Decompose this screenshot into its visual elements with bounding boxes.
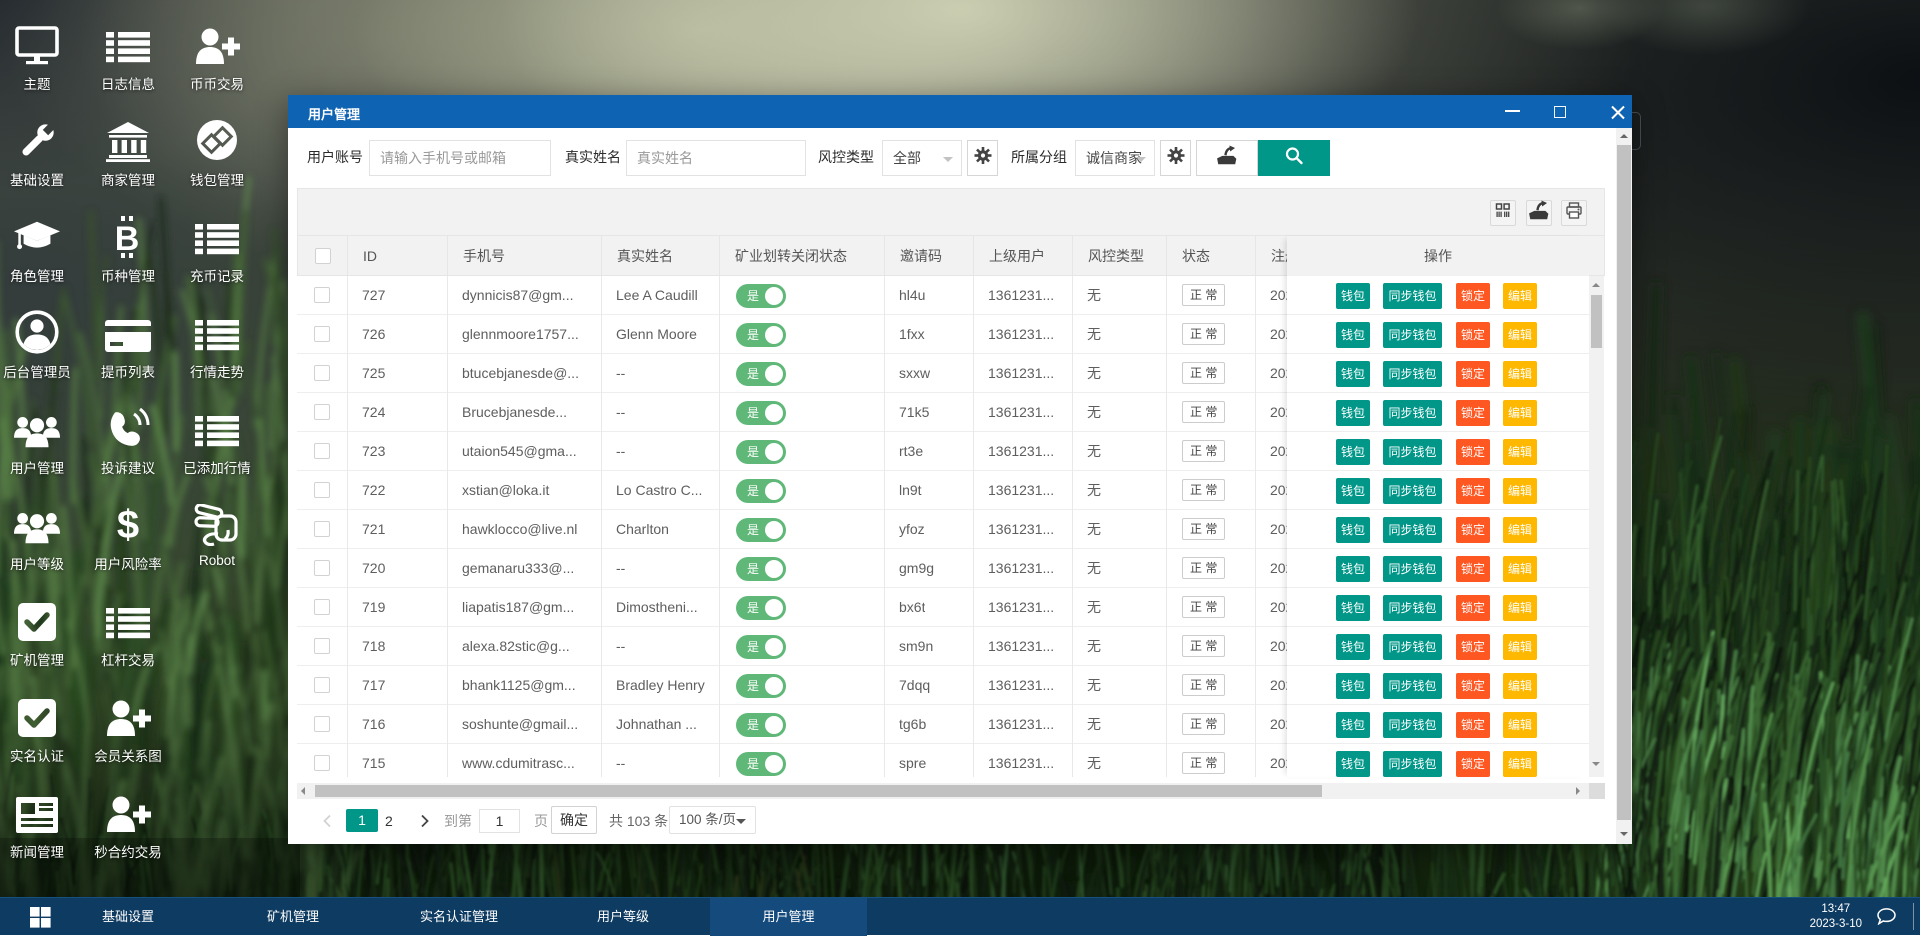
svg-text:$: $ (117, 503, 139, 546)
svg-text:B: B (115, 220, 140, 258)
